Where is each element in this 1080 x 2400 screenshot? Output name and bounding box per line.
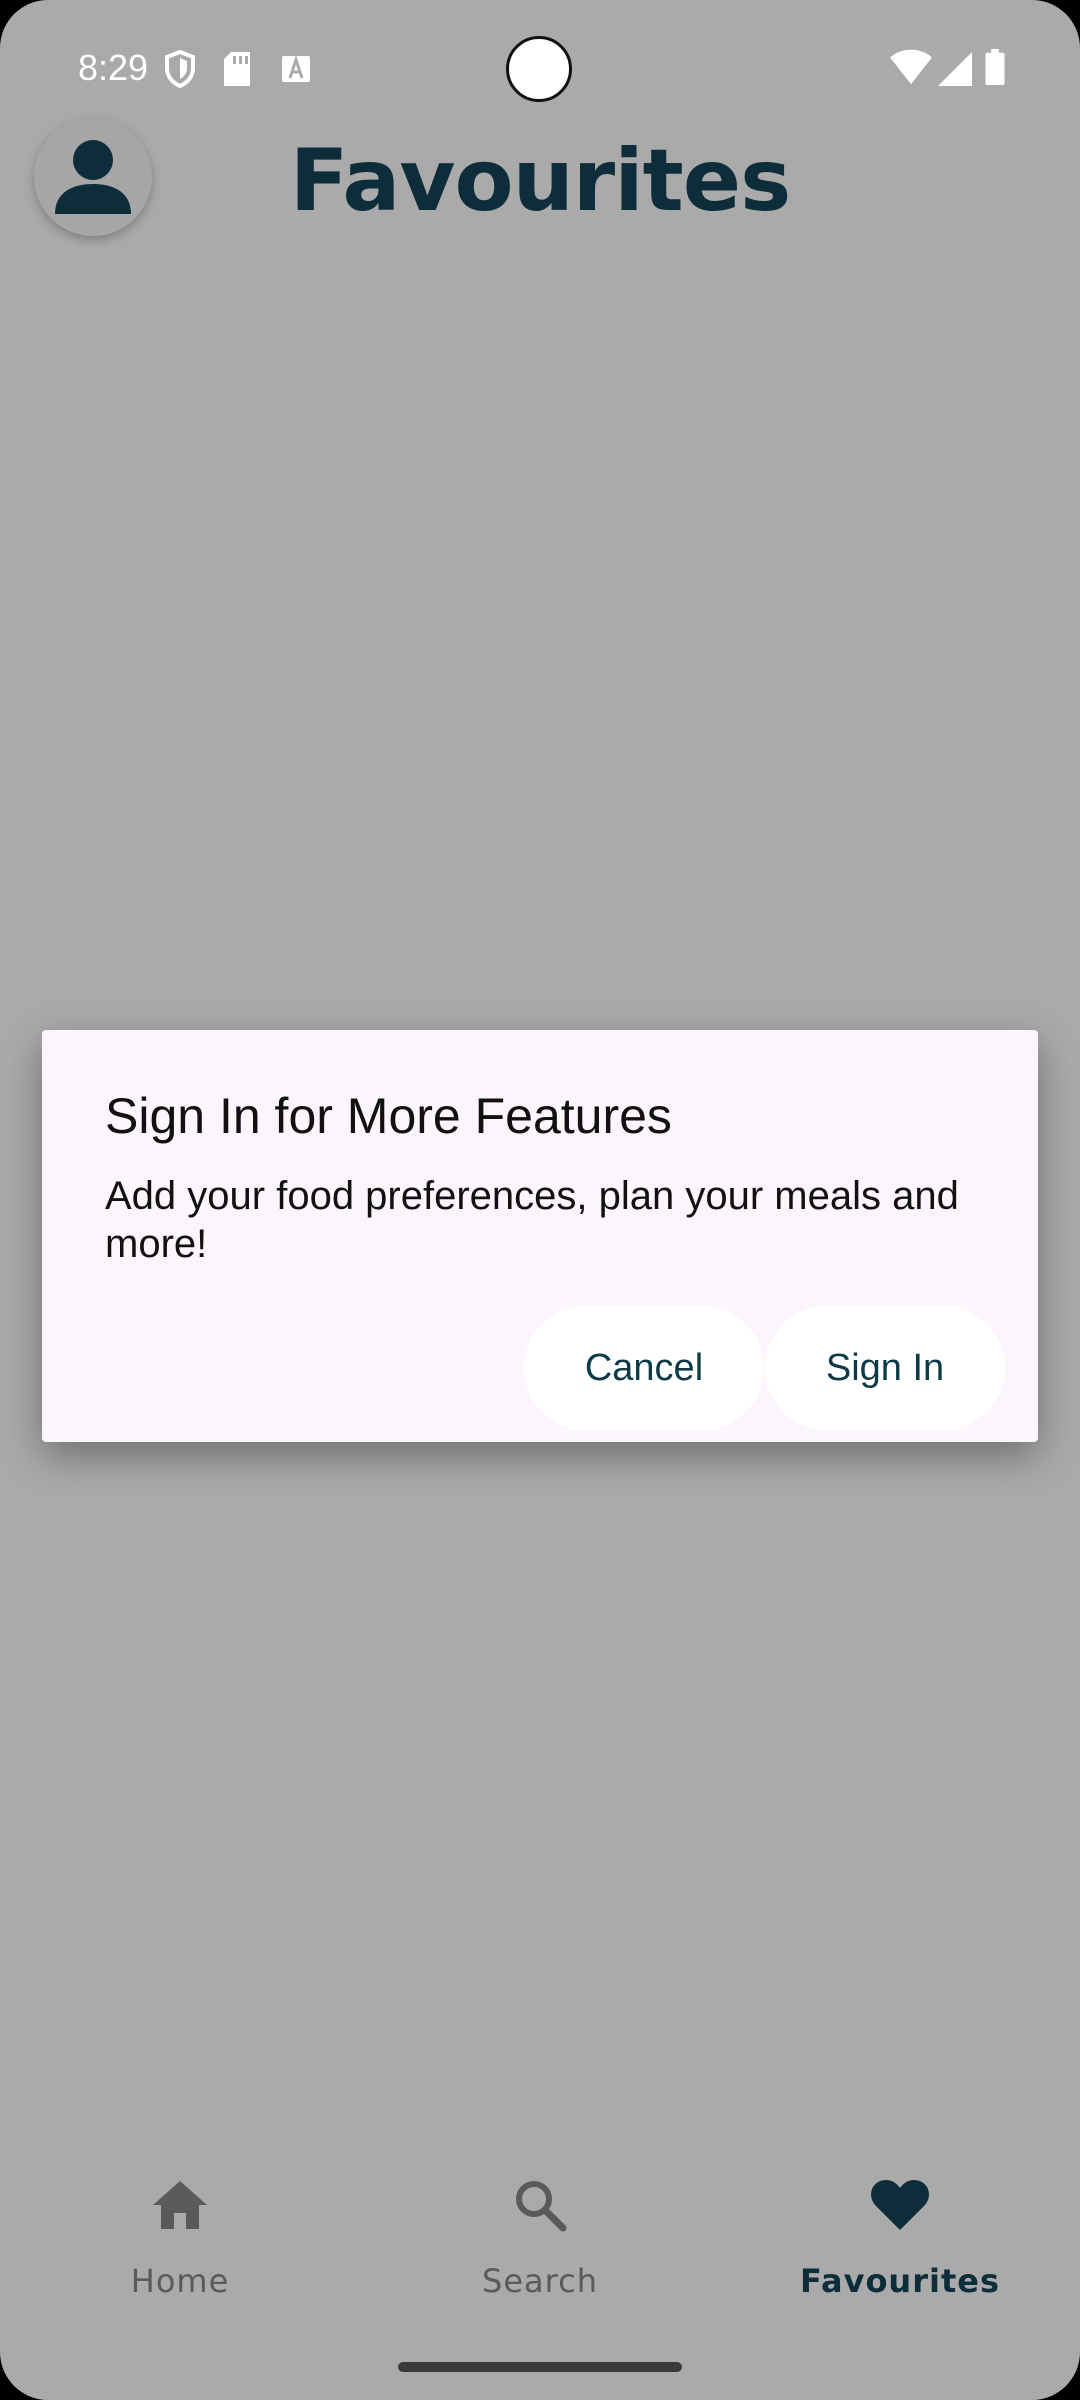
home-icon bbox=[153, 2181, 207, 2229]
page-title: Favourites bbox=[289, 131, 792, 231]
bottom-navigation: Home Search Favourites bbox=[0, 2140, 1080, 2340]
cancel-button[interactable]: Cancel bbox=[524, 1305, 764, 1431]
nav-item-search[interactable]: Search bbox=[360, 2140, 720, 2340]
nav-item-home[interactable]: Home bbox=[0, 2140, 360, 2340]
heart-icon bbox=[871, 2180, 929, 2230]
status-time: 8:29 bbox=[78, 47, 149, 88]
battery-icon bbox=[985, 48, 1005, 86]
a-badge-icon bbox=[282, 55, 310, 82]
status-bar: 8:29 bbox=[0, 0, 1080, 140]
screen: 8:29 Favourites Sign In for More Feature… bbox=[0, 0, 1080, 2400]
nav-label-favourites: Favourites bbox=[800, 2262, 1000, 2300]
home-indicator[interactable] bbox=[398, 2362, 682, 2372]
nav-label-search: Search bbox=[482, 2262, 598, 2300]
camera-cutout bbox=[506, 36, 572, 102]
sign-in-dialog: Sign In for More Features Add your food … bbox=[42, 1030, 1038, 1442]
sd-card-icon bbox=[224, 52, 250, 86]
nav-label-home: Home bbox=[130, 2262, 230, 2300]
dialog-message: Add your food preferences, plan your mea… bbox=[105, 1174, 959, 1266]
wifi-icon bbox=[890, 49, 932, 85]
sign-in-button[interactable]: Sign In bbox=[765, 1305, 1005, 1431]
shield-icon bbox=[165, 50, 195, 88]
nav-item-favourites[interactable]: Favourites bbox=[720, 2140, 1080, 2340]
signal-icon bbox=[938, 52, 972, 86]
dialog-title: Sign In for More Features bbox=[105, 1088, 672, 1144]
search-icon bbox=[516, 2181, 567, 2232]
